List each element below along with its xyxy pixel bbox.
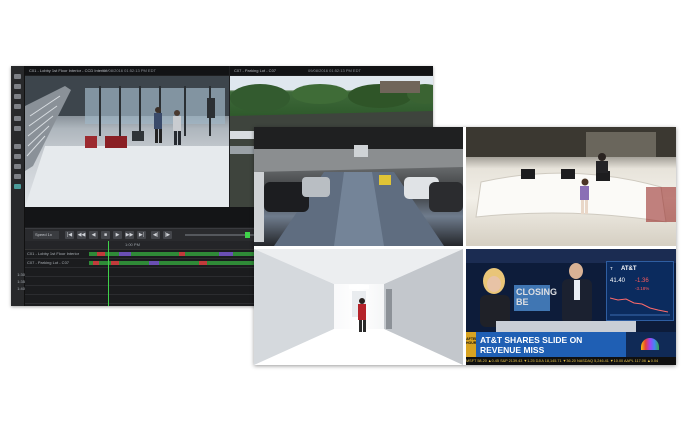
event-segment[interactable] xyxy=(111,261,119,265)
skip-start-button[interactable]: |◀ xyxy=(65,231,74,239)
video-wall: CLOSING BE AT&T T 41.40 -1.36 -3.18% AFT… xyxy=(254,127,676,365)
help-icon[interactable] xyxy=(14,104,21,109)
camera-icon[interactable] xyxy=(14,74,21,79)
closing-bell-text: CLOSING BE xyxy=(516,287,558,307)
track-label: C07 - Parking Lot - C07 xyxy=(27,260,70,265)
hallway-scene xyxy=(254,249,463,365)
timeline-range: 1:00 PM xyxy=(125,242,140,247)
network-logo-box xyxy=(626,332,676,357)
timeline-playhead[interactable] xyxy=(108,241,109,306)
stock-symbol: T xyxy=(610,266,613,271)
prev-event-button[interactable]: ◀| xyxy=(151,231,160,239)
lobby-camera-tile[interactable] xyxy=(466,127,676,246)
garage-scene xyxy=(254,127,463,246)
event-segment[interactable] xyxy=(97,252,105,256)
news-headline: AT&T SHARES SLIDE ON REVENUE MISS xyxy=(480,335,583,355)
scrub-handle[interactable] xyxy=(245,232,250,238)
stock-change: -1.36 xyxy=(635,278,649,284)
stock-ticker: AT&T xyxy=(621,266,637,272)
camera-1-timestamp: 09/08/2016 01:52:13 PM EDT xyxy=(103,68,156,73)
stock-price: 41.40 xyxy=(610,278,626,284)
garage-camera-tile[interactable] xyxy=(254,127,463,246)
play-button[interactable]: ▶ xyxy=(113,231,122,239)
speed-select[interactable]: Speed 1x xyxy=(33,231,59,239)
camera-2-header: C07 - Parking Lot - C07 09/08/2016 01:52… xyxy=(230,66,433,75)
rewind-button[interactable]: ◀◀ xyxy=(77,231,86,239)
news-broadcast-tile[interactable]: CLOSING BE AT&T T 41.40 -1.36 -3.18% AFT… xyxy=(466,249,676,365)
network-logo-icon xyxy=(641,338,659,350)
bookmark-icon[interactable] xyxy=(14,126,21,131)
next-event-button[interactable]: |▶ xyxy=(163,231,172,239)
alarm-icon[interactable] xyxy=(14,154,21,159)
step-back-button[interactable]: ◀ xyxy=(89,231,98,239)
timeline-axis-label: 1:30 xyxy=(17,272,25,277)
settings-icon[interactable] xyxy=(14,94,21,99)
lobby-scene xyxy=(25,76,229,207)
user-icon[interactable] xyxy=(14,174,21,179)
event-segment[interactable] xyxy=(219,252,233,256)
timeline-axis-label: 1:40 xyxy=(17,286,25,291)
stock-ticker-tape: MSFT 58.20 ▲0.45 S&P 2139.43 ▼1.25 DJIA … xyxy=(466,357,676,365)
hallway-camera-tile[interactable] xyxy=(254,249,463,365)
map-icon[interactable] xyxy=(14,184,21,189)
camera-2-title: C07 - Parking Lot - C07 xyxy=(234,68,277,73)
timeline-axis-label: 1:35 xyxy=(17,279,25,284)
camera-1-header: C01 - Lobby 1st Floor Interior - CCD Int… xyxy=(25,66,229,75)
track-label: C01 - Lobby 1st Floor Interior xyxy=(27,251,80,256)
stock-quote-panel: AT&T T 41.40 -1.36 -3.18% xyxy=(606,261,674,321)
export-icon[interactable] xyxy=(14,144,21,149)
camera-1-video[interactable] xyxy=(25,76,229,207)
stock-sparkline xyxy=(610,297,670,316)
grid-icon[interactable] xyxy=(14,84,21,89)
event-segment[interactable] xyxy=(119,252,131,256)
vms-sidebar xyxy=(11,66,25,306)
camera-2-timestamp: 09/08/2016 01:52:13 PM EDT xyxy=(308,68,361,73)
closing-bell-graphic: CLOSING BE xyxy=(514,285,557,311)
event-segment[interactable] xyxy=(199,261,207,265)
event-segment[interactable] xyxy=(179,252,185,256)
layout-icon[interactable] xyxy=(14,164,21,169)
camera-1-title: C01 - Lobby 1st Floor Interior - CCD Int… xyxy=(29,68,107,73)
fast-forward-button[interactable]: ▶▶ xyxy=(125,231,134,239)
event-segment[interactable] xyxy=(149,261,159,265)
headline-bar: AT&T SHARES SLIDE ON REVENUE MISS xyxy=(476,332,626,357)
stock-percent: -3.18% xyxy=(635,286,650,291)
stop-button[interactable]: ■ xyxy=(101,231,110,239)
reception-scene xyxy=(466,127,676,223)
skip-end-button[interactable]: ▶| xyxy=(137,231,146,239)
search-icon[interactable] xyxy=(14,116,21,121)
event-segment[interactable] xyxy=(93,261,99,265)
